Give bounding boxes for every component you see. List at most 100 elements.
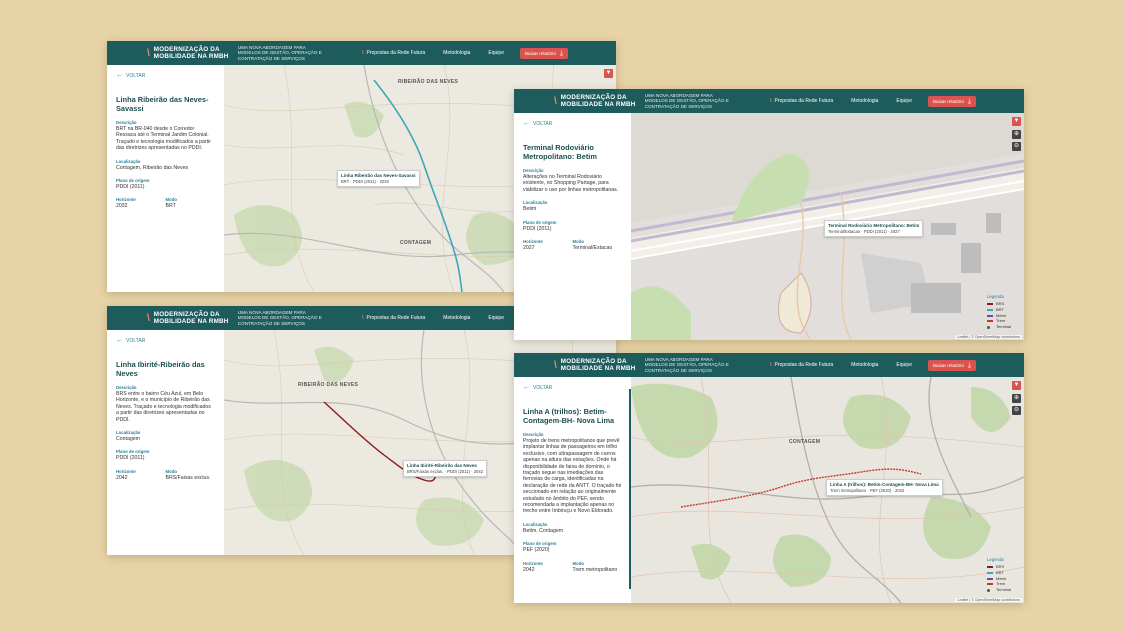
brand-title[interactable]: MODERNIZAÇÃO DA MOBILIDADE NA RMBH: [561, 358, 641, 372]
location-value: Contagem: [116, 436, 140, 443]
description-text: Alterações no Terminal Rodoviário existe…: [523, 174, 619, 193]
map-view[interactable]: Contagem Linha A (trilhos): Betim-Contag…: [631, 377, 1024, 603]
map-attribution[interactable]: Leaflet | © OpenStreetMap contributors: [955, 335, 1022, 339]
nav-methodology[interactable]: Metodologia: [851, 98, 878, 104]
plan-label: Plano de origem: [523, 219, 557, 225]
arrow-left-icon: ←: [116, 72, 123, 79]
line-popup: Linha Ibirité-Ribeirão das Neves BRS/Fai…: [403, 460, 488, 477]
back-label: VOLTAR: [126, 337, 146, 344]
back-link[interactable]: ← VOLTAR: [116, 72, 215, 79]
nav-team[interactable]: Equipe: [488, 315, 504, 321]
download-label: Baixar relatório: [932, 98, 964, 104]
download-icon: ⤓: [967, 97, 971, 105]
brand-tagline: UMA NOVA ABORDAGEM PARA MODELOS DE GESTÃ…: [644, 357, 729, 373]
info-panel: ← VOLTAR Linha Ibirité-Ribeirão das Neves…: [107, 330, 224, 555]
nav-proposals[interactable]: \ Propostas da Rede Futura: [362, 315, 425, 321]
line-popup: Linha Ribeirão das Neves-Savassi BRT · P…: [337, 170, 420, 187]
download-icon: ⤓: [559, 49, 563, 57]
horizon-mode-row: Horizonte 2042 Modo Trem metropolitano: [523, 554, 622, 573]
line-title: Linha A (trilhos): Betim-Contagem-BH- No…: [523, 407, 615, 425]
download-icon: ⤓: [967, 361, 971, 369]
line-popup: Linha A (trilhos): Betim-Contagem-BH- No…: [826, 479, 943, 496]
logo-slash-icon: \: [554, 95, 557, 107]
legend-title: Legenda: [987, 294, 1004, 300]
zoom-in-icon[interactable]: ⊕: [1012, 130, 1021, 139]
nav-proposals-label: Propostas da Rede Futura: [774, 362, 834, 368]
terminal-title: Terminal Rodoviário Metropolitano: Betim: [523, 143, 597, 161]
nav-team[interactable]: Equipe: [488, 50, 504, 56]
horizon-label: Horizonte: [523, 239, 543, 245]
back-link[interactable]: ← VOLTAR: [523, 384, 622, 391]
map-view[interactable]: Terminal Rodoviário Metropolitano: Betim…: [631, 113, 1024, 340]
header-bar: \ MODERNIZAÇÃO DA MOBILIDADE NA RMBH UMA…: [514, 89, 1024, 113]
brand-title[interactable]: MODERNIZAÇÃO DA MOBILIDADE NA RMBH: [561, 94, 641, 108]
horizon-value: 2042: [116, 474, 128, 481]
nav-team[interactable]: Equipe: [896, 98, 912, 104]
download-label: Baixar relatório: [524, 50, 556, 56]
plan-label: Plano de origem: [116, 178, 150, 184]
mode-label: Modo: [165, 197, 177, 203]
legend-item-terminal: Terminal: [987, 587, 1021, 593]
filter-icon[interactable]: ▼: [1012, 381, 1021, 390]
description-text: BRS entre o bairro Céu Azul, em Belo Hor…: [116, 391, 211, 423]
metro-swatch: [987, 314, 993, 317]
arrow-left-icon: ←: [523, 120, 530, 127]
location-label: Localização: [116, 158, 141, 164]
zoom-out-icon[interactable]: ⊖: [1012, 406, 1021, 415]
location-value: Betim, Contagem: [523, 527, 564, 534]
back-link[interactable]: ← VOLTAR: [116, 337, 215, 344]
filter-icon[interactable]: ▼: [604, 69, 613, 78]
line-title: Linha Ibirité-Ribeirão das Neves: [116, 360, 205, 378]
brand-tagline: UMA NOVA ABORDAGEM PARA MODELOS DE GESTÃ…: [237, 310, 322, 326]
info-panel: ← VOLTAR Terminal Rodoviário Metropolitan…: [514, 113, 631, 340]
location-value: Betim: [523, 206, 537, 213]
popup-subtitle: BRT · PDDI (2011) · 2032: [341, 179, 389, 184]
legend-item-terminal: Terminal: [987, 324, 1021, 330]
popup-subtitle: Terminal/Estacao · PDDI (2011) · 2027: [828, 229, 900, 234]
back-link[interactable]: ← VOLTAR: [523, 120, 622, 127]
description-label: Descrição: [523, 432, 544, 437]
mode-label: Modo: [572, 239, 584, 245]
map-label-ribeirao: Ribeirão das Neves: [298, 382, 359, 388]
nav-proposals[interactable]: \ Propostas da Rede Futura: [362, 50, 425, 56]
filter-icon[interactable]: ▼: [1012, 117, 1021, 126]
mode-block: Modo Trem metropolitano: [573, 554, 623, 573]
horizon-mode-row: Horizonte 2042 Modo BRS/Faixas exclus.: [116, 462, 215, 481]
back-label: VOLTAR: [533, 384, 553, 391]
nav-methodology[interactable]: Metodologia: [443, 50, 470, 56]
download-report-button[interactable]: Baixar relatório⤓: [927, 359, 976, 371]
main-nav: \ Propostas da Rede Futura Metodologia Eq…: [752, 359, 976, 371]
main-nav: \ Propostas da Rede Futura Metodologia Eq…: [752, 95, 976, 107]
back-label: VOLTAR: [533, 120, 553, 127]
logo-slash-icon: \: [554, 359, 557, 371]
zoom-in-icon[interactable]: ⊕: [1012, 394, 1021, 403]
nav-proposals[interactable]: \ Propostas da Rede Futura: [770, 362, 833, 368]
slash-icon: \: [362, 50, 364, 56]
description-label: Descrição: [116, 385, 137, 390]
brand-title[interactable]: MODERNIZAÇÃO DA MOBILIDADE NA RMBH: [154, 46, 234, 60]
train-swatch: [987, 320, 993, 323]
download-report-button[interactable]: Baixar relatório⤓: [927, 95, 976, 107]
download-label: Baixar relatório: [932, 362, 964, 368]
nav-team[interactable]: Equipe: [896, 362, 912, 368]
download-report-button[interactable]: Baixar relatório⤓: [519, 47, 568, 59]
arrow-left-icon: ←: [116, 337, 123, 344]
map-attribution[interactable]: Leaflet | © OpenStreetMap contributors: [955, 598, 1022, 602]
horizon-block: Horizonte 2032: [116, 190, 166, 209]
legend-label: Terminal: [996, 587, 1012, 593]
zoom-out-icon[interactable]: ⊖: [1012, 142, 1021, 151]
nav-proposals[interactable]: \ Propostas da Rede Futura: [770, 98, 833, 104]
metro-swatch: [987, 577, 993, 580]
popup-title: Linha A (trilhos): Betim-Contagem-BH- No…: [830, 482, 939, 487]
nav-methodology[interactable]: Metodologia: [851, 362, 878, 368]
mode-label: Modo: [165, 468, 177, 474]
brand-title[interactable]: MODERNIZAÇÃO DA MOBILIDADE NA RMBH: [154, 311, 234, 325]
legend-title: Legenda: [987, 557, 1004, 563]
logo-slash-icon: \: [147, 47, 150, 59]
brand-tagline: UMA NOVA ABORDAGEM PARA MODELOS DE GESTÃ…: [644, 93, 729, 109]
plan-label: Plano de origem: [523, 541, 557, 547]
main-nav: \ Propostas da Rede Futura Metodologia Eq…: [344, 47, 568, 59]
nav-methodology[interactable]: Metodologia: [443, 315, 470, 321]
popup-title: Linha Ribeirão das Neves-Savassi: [341, 173, 416, 178]
plan-label: Plano de origem: [116, 449, 150, 455]
